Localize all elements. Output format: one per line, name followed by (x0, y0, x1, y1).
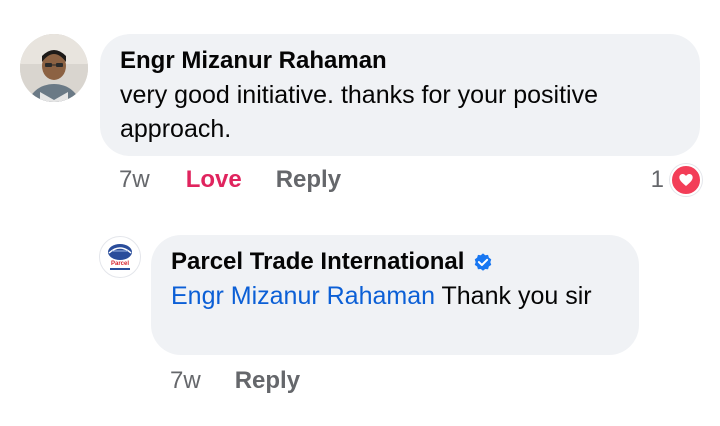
heart-icon (670, 164, 702, 196)
user-photo-icon (20, 34, 88, 102)
reply-actions: 7w Reply (170, 364, 300, 398)
avatar[interactable] (20, 34, 88, 102)
reply-text: Thank you sir (435, 282, 592, 310)
reply-timestamp[interactable]: 7w (170, 367, 201, 395)
page-avatar[interactable]: Parcel (99, 236, 141, 278)
parcel-logo-icon: Parcel (101, 238, 139, 276)
logo-text: Parcel (111, 261, 129, 267)
comment-author[interactable]: Engr Mizanur Rahaman (120, 45, 680, 77)
reply-button[interactable]: Reply (235, 367, 300, 395)
verified-badge-icon (472, 251, 494, 273)
comment-actions: 7w Love Reply (119, 163, 341, 197)
comment-bubble: Engr Mizanur Rahaman very good initiativ… (100, 34, 700, 156)
comment-thread: Engr Mizanur Rahaman very good initiativ… (0, 0, 720, 426)
reply-author[interactable]: Parcel Trade International (171, 246, 464, 278)
reaction-count: 1 (650, 166, 664, 193)
reaction-summary[interactable]: 1 (651, 164, 702, 196)
reply-button[interactable]: Reply (276, 166, 341, 194)
mention-link[interactable]: Engr Mizanur Rahaman (171, 282, 435, 310)
comment-text: very good initiative. thanks for your po… (120, 81, 599, 143)
reply-text-block: Engr Mizanur Rahaman Thank you sir (171, 279, 619, 313)
comment-timestamp[interactable]: 7w (119, 166, 150, 194)
reply-bubble: Parcel Trade International Engr Mizanur … (151, 235, 639, 355)
reply-author-row: Parcel Trade International (171, 246, 619, 278)
love-button[interactable]: Love (186, 166, 242, 194)
